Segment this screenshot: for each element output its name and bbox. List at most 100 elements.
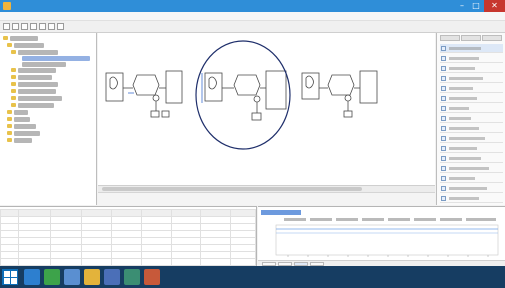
process-block[interactable] (132, 74, 160, 96)
column-header[interactable] (230, 209, 256, 217)
small-block[interactable] (343, 110, 353, 118)
taskbar-app-icon[interactable] (64, 269, 80, 285)
table-row[interactable] (0, 251, 256, 259)
table-row[interactable] (0, 237, 256, 245)
copy-icon[interactable] (39, 23, 46, 30)
paste-icon[interactable] (48, 23, 55, 30)
tree-item[interactable] (18, 50, 58, 55)
taskbar-app-icon[interactable] (144, 269, 160, 285)
toolbox-item[interactable] (440, 74, 503, 83)
system-tray (440, 271, 500, 283)
diagram-canvas[interactable] (98, 33, 435, 185)
toolbox-item[interactable] (440, 54, 503, 63)
tree-item[interactable] (18, 103, 54, 108)
toolbox-item[interactable] (440, 114, 503, 123)
process-block[interactable] (233, 74, 261, 96)
output-block[interactable] (359, 70, 378, 104)
toolbox-item[interactable] (440, 184, 503, 193)
output-block[interactable] (165, 70, 183, 104)
scrollbar-thumb[interactable] (102, 187, 362, 191)
table-row[interactable] (0, 244, 256, 252)
tree-item[interactable] (14, 131, 40, 136)
block-group-3[interactable] (301, 70, 378, 118)
toolbox-item[interactable] (440, 64, 503, 73)
taskbar-app-icon[interactable] (44, 269, 60, 285)
toolbox-item[interactable] (440, 84, 503, 93)
toolbox-item[interactable] (440, 94, 503, 103)
panel-tab[interactable] (461, 35, 481, 41)
close-button[interactable]: ✕ (484, 0, 505, 12)
table-row[interactable] (0, 216, 256, 224)
table-row[interactable] (0, 230, 256, 238)
sensor-node[interactable] (152, 94, 160, 102)
start-button[interactable] (2, 269, 18, 285)
toolbox-item[interactable] (440, 154, 503, 163)
toolbox-item-label (449, 197, 479, 200)
item-icon (441, 56, 446, 61)
tree-item[interactable] (18, 89, 56, 94)
item-icon (441, 96, 446, 101)
cut-icon[interactable] (30, 23, 37, 30)
column-header[interactable] (170, 209, 202, 217)
block-group-2[interactable] (201, 70, 287, 121)
column-header[interactable] (81, 209, 113, 217)
toolbox-item[interactable] (440, 104, 503, 113)
tree-item[interactable] (18, 75, 52, 80)
toolbox-item[interactable] (440, 124, 503, 133)
column-header[interactable] (49, 209, 83, 217)
run-icon[interactable] (57, 23, 64, 30)
tree-item-selected[interactable] (22, 56, 90, 61)
column-header[interactable] (140, 209, 172, 217)
tree-item[interactable] (14, 124, 36, 129)
canvas-horizontal-scrollbar[interactable] (98, 185, 435, 192)
tree-item[interactable] (18, 96, 62, 101)
sensor-node[interactable] (344, 94, 352, 102)
column-header[interactable] (17, 209, 51, 217)
small-block[interactable] (161, 110, 170, 118)
column-header[interactable] (0, 209, 19, 217)
toolbox-item-label (449, 87, 473, 90)
folder-icon (7, 43, 12, 47)
open-icon[interactable] (12, 23, 19, 30)
panel-tab[interactable] (482, 35, 502, 41)
taskbar-app-icon[interactable] (84, 269, 100, 285)
toolbox-item[interactable] (440, 194, 503, 203)
toolbox-item[interactable] (440, 134, 503, 143)
toolbox-item[interactable] (440, 174, 503, 183)
column-header[interactable] (111, 209, 142, 217)
toolbox-item[interactable] (440, 164, 503, 173)
block-group-1[interactable] (105, 70, 183, 118)
small-block[interactable] (150, 110, 160, 118)
menu-bar (0, 12, 505, 21)
tree-item[interactable] (14, 138, 32, 143)
process-block[interactable] (327, 74, 355, 96)
tree-item[interactable] (14, 43, 44, 48)
tree-item[interactable] (10, 36, 38, 41)
tree-item[interactable] (14, 110, 28, 115)
output-block[interactable] (265, 70, 287, 110)
tree-item[interactable] (14, 117, 30, 122)
small-block[interactable] (251, 112, 262, 121)
maximize-button[interactable]: □ (469, 0, 483, 12)
panel-tab[interactable] (440, 35, 460, 41)
column-header[interactable] (200, 209, 232, 217)
table-row[interactable] (0, 258, 256, 266)
save-icon[interactable] (21, 23, 28, 30)
motor-symbol (305, 75, 314, 89)
tree-item[interactable] (22, 62, 66, 67)
taskbar-app-icon[interactable] (124, 269, 140, 285)
sensor-node[interactable] (253, 95, 261, 103)
item-icon (441, 196, 446, 201)
tree-item[interactable] (18, 82, 58, 87)
item-icon (441, 116, 446, 121)
toolbox-item[interactable] (440, 144, 503, 153)
new-icon[interactable] (3, 23, 10, 30)
toolbox-item[interactable] (440, 44, 503, 53)
tree-item[interactable] (18, 68, 56, 73)
table-row[interactable] (0, 223, 256, 231)
taskbar-app-icon[interactable] (104, 269, 120, 285)
toolbar (0, 21, 505, 33)
taskbar-app-icon[interactable] (24, 269, 40, 285)
minimize-button[interactable]: – (455, 0, 469, 12)
table-cell (200, 251, 232, 259)
